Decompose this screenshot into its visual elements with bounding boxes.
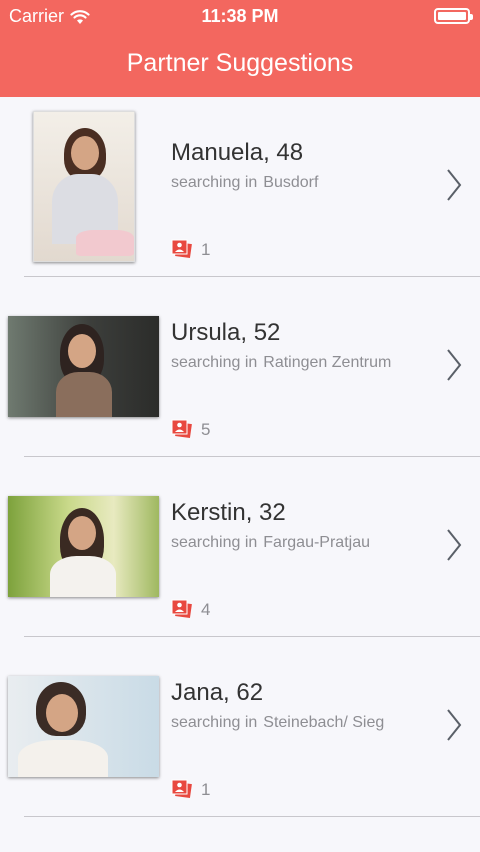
chevron-right-icon[interactable] <box>446 528 462 562</box>
chevron-right-icon[interactable] <box>446 168 462 202</box>
location-city: Busdorf <box>263 174 319 191</box>
profile-photo[interactable] <box>33 111 135 262</box>
profile-photo[interactable] <box>8 496 159 597</box>
suggestion-row[interactable]: Jana, 62 searching in Steinebach/ Sieg 1 <box>0 637 480 817</box>
searching-label: searching in <box>171 714 258 731</box>
suggestion-row[interactable]: Manuela, 48 searching in Busdorf 1 <box>0 97 480 277</box>
suggestion-location: searching in Fargau-Pratjau <box>171 534 370 552</box>
page-title: Partner Suggestions <box>126 49 354 77</box>
suggestion-name: Ursula, 52 <box>171 319 281 346</box>
photo-count: 5 <box>201 420 211 439</box>
profile-photo[interactable] <box>8 676 159 777</box>
searching-label: searching in <box>171 534 258 551</box>
suggestion-row[interactable]: Kerstin, 32 searching in Fargau-Pratjau 4 <box>0 457 480 637</box>
suggestion-location: searching in Steinebach/ Sieg <box>171 714 384 732</box>
suggestion-list: Manuela, 48 searching in Busdorf 1 Ursula… <box>0 97 480 817</box>
suggestion-location: searching in Ratingen Zentrum <box>171 354 391 372</box>
photos-icon <box>171 599 192 619</box>
photo-count: 1 <box>201 780 211 799</box>
photo-count: 1 <box>201 240 211 259</box>
status-bar: Carrier 11:38 PM <box>0 0 480 32</box>
suggestion-name: Jana, 62 <box>171 679 264 706</box>
profile-photo[interactable] <box>8 316 159 417</box>
chevron-right-icon[interactable] <box>446 348 462 382</box>
suggestion-name: Kerstin, 32 <box>171 499 286 526</box>
photos-icon <box>171 419 192 439</box>
navigation-header: Carrier 11:38 PM Partner Suggestions <box>0 0 480 97</box>
suggestion-location: searching in Busdorf <box>171 174 318 192</box>
location-city: Steinebach/ Sieg <box>263 714 385 731</box>
searching-label: searching in <box>171 354 258 371</box>
location-city: Fargau-Pratjau <box>263 534 370 551</box>
photos-icon <box>171 779 192 799</box>
photos-icon <box>171 239 192 259</box>
clock: 11:38 PM <box>201 6 279 26</box>
searching-label: searching in <box>171 174 258 191</box>
battery-icon <box>434 8 473 24</box>
location-city: Ratingen Zentrum <box>263 354 392 371</box>
suggestion-row[interactable]: Ursula, 52 searching in Ratingen Zentrum … <box>0 277 480 457</box>
suggestion-name: Manuela, 48 <box>171 139 304 166</box>
photo-count: 4 <box>201 600 211 619</box>
chevron-right-icon[interactable] <box>446 708 462 742</box>
